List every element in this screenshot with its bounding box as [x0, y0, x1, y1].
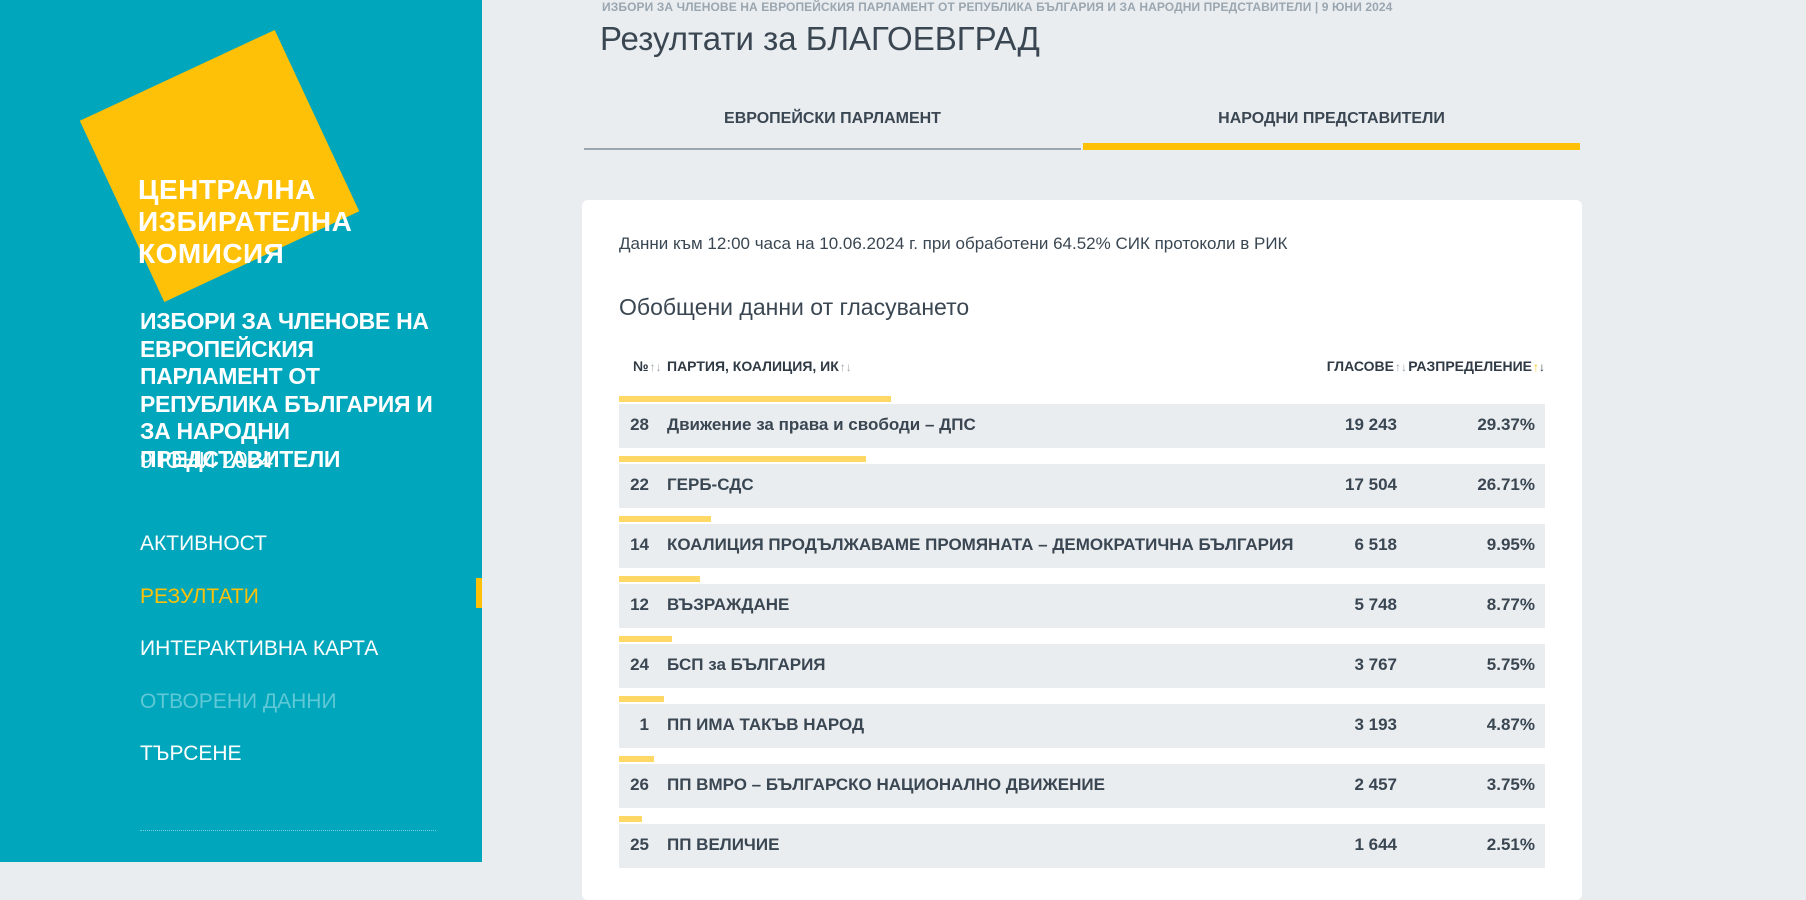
nav-item-search[interactable]: ТЪРСЕНЕ	[140, 736, 378, 789]
results-table: 28 Движение за права и свободи – ДПС 19 24…	[619, 396, 1545, 876]
column-share-label: РАЗПРЕДЕЛЕНИЕ	[1408, 358, 1532, 374]
column-header-share[interactable]: РАЗПРЕДЕЛЕНИЕ↑↓	[1408, 358, 1545, 374]
table-row[interactable]: 14 КОАЛИЦИЯ ПРОДЪЛЖАВАМЕ ПРОМЯНАТА – ДЕМО…	[619, 516, 1545, 576]
sort-icon[interactable]: ↑↓	[650, 360, 662, 374]
section-title: Обобщени данни от гласуването	[619, 294, 970, 320]
party-votes: 5 748	[1354, 595, 1397, 614]
table-row[interactable]: 24 БСП за БЪЛГАРИЯ 3 767 5.75%	[619, 636, 1545, 696]
party-name: КОАЛИЦИЯ ПРОДЪЛЖАВАМЕ ПРОМЯНАТА – ДЕМОКР…	[667, 535, 1294, 554]
share-bar	[619, 696, 665, 702]
share-bar	[619, 396, 891, 402]
party-name: ПП ВМРО – БЪЛГАРСКО НАЦИОНАЛНО ДВИЖЕНИЕ	[667, 775, 1105, 794]
table-row[interactable]: 12 ВЪЗРАЖДАНЕ 5 748 8.77%	[619, 576, 1545, 636]
election-date: 9 ЮНИ 2024	[140, 447, 274, 473]
table-row[interactable]: 25 ПП ВЕЛИЧИЕ 1 644 2.51%	[619, 816, 1545, 876]
row-background	[619, 464, 1545, 508]
table-header: №↑↓ ПАРТИЯ, КОАЛИЦИЯ, ИК↑↓ ГЛАСОВЕ↑↓ РАЗ…	[619, 350, 1545, 384]
party-votes: 3 767	[1354, 655, 1397, 674]
party-number: 26	[630, 775, 649, 794]
share-bar	[619, 636, 673, 642]
table-row[interactable]: 1 ПП ИМА ТАКЪВ НАРОД 3 193 4.87%	[619, 696, 1545, 756]
table-row[interactable]: 28 Движение за права и свободи – ДПС 19 24…	[619, 396, 1545, 456]
nav-item-activity[interactable]: АКТИВНОСТ	[140, 526, 378, 579]
party-share: 4.87%	[1486, 715, 1535, 734]
party-name: ПП ВЕЛИЧИЕ	[667, 835, 780, 854]
nav-item-results[interactable]: РЕЗУЛТАТИ	[140, 579, 378, 632]
main-content: ИЗБОРИ ЗА ЧЛЕНОВЕ НА ЕВРОПЕЙСКИЯ ПАРЛАМЕ…	[482, 0, 1806, 900]
party-name: БСП за БЪЛГАРИЯ	[667, 655, 826, 674]
party-number: 1	[639, 715, 649, 734]
results-card: Данни към 12:00 часа на 10.06.2024 г. пр…	[582, 200, 1582, 900]
party-share: 8.77%	[1486, 595, 1535, 614]
party-name: ГЕРБ-СДС	[667, 475, 754, 494]
party-votes: 6 518	[1354, 535, 1397, 554]
table-row[interactable]: 26 ПП ВМРО – БЪЛГАРСКО НАЦИОНАЛНО ДВИЖЕНИ…	[619, 756, 1545, 816]
share-bar	[619, 456, 867, 462]
party-votes: 3 193	[1354, 715, 1397, 734]
share-bar	[619, 816, 643, 822]
logo-line-1: ЦЕНТРАЛНА	[138, 174, 316, 205]
party-share: 29.37%	[1477, 415, 1535, 434]
column-header-votes[interactable]: ГЛАСОВЕ↑↓	[1327, 358, 1407, 374]
party-share: 9.95%	[1486, 535, 1535, 554]
party-votes: 19 243	[1345, 415, 1397, 434]
column-party-label: ПАРТИЯ, КОАЛИЦИЯ, ИК	[667, 358, 839, 374]
logo-line-3: КОМИСИЯ	[138, 238, 285, 269]
logo-text: ЦЕНТРАЛНА ИЗБИРАТЕЛНА КОМИСИЯ	[138, 174, 352, 270]
sort-desc-active-icon[interactable]: ↑↓	[1533, 360, 1545, 374]
party-votes: 2 457	[1354, 775, 1397, 794]
party-number: 14	[630, 535, 649, 554]
sort-icon[interactable]: ↑↓	[840, 360, 852, 374]
cik-logo[interactable]: ЦЕНТРАЛНА ИЗБИРАТЕЛНА КОМИСИЯ	[72, 29, 372, 303]
page-title: Резултати за БЛАГОЕВГРАД	[600, 20, 1040, 57]
party-number: 28	[630, 415, 649, 434]
party-share: 5.75%	[1486, 655, 1535, 674]
logo-line-2: ИЗБИРАТЕЛНА	[138, 206, 353, 237]
party-name: Движение за права и свободи – ДПС	[667, 415, 976, 434]
party-votes: 17 504	[1345, 475, 1397, 494]
party-number: 12	[630, 595, 649, 614]
party-share: 3.75%	[1486, 775, 1535, 794]
tabs: ЕВРОПЕЙСКИ ПАРЛАМЕНТ НАРОДНИ ПРЕДСТАВИТЕ…	[584, 100, 1580, 152]
column-votes-label: ГЛАСОВЕ	[1326, 358, 1394, 374]
nav-item-interactive-map[interactable]: ИНТЕРАКТИВНА КАРТА	[140, 631, 378, 684]
party-number: 25	[630, 835, 649, 854]
sidebar: ЦЕНТРАЛНА ИЗБИРАТЕЛНА КОМИСИЯ ИЗБОРИ ЗА …	[0, 0, 482, 862]
share-bar	[619, 576, 701, 582]
party-votes: 1 644	[1354, 835, 1397, 854]
column-number-label: №	[633, 358, 649, 374]
party-share: 2.51%	[1486, 835, 1535, 854]
nav-item-open-data[interactable]: ОТВОРЕНИ ДАННИ	[140, 684, 378, 737]
tab-national-representatives[interactable]: НАРОДНИ ПРЕДСТАВИТЕЛИ	[1083, 100, 1580, 150]
sort-icon[interactable]: ↑↓	[1395, 360, 1407, 374]
sidebar-nav: АКТИВНОСТ РЕЗУЛТАТИ ИНТЕРАКТИВНА КАРТА О…	[140, 526, 378, 789]
party-share: 26.71%	[1477, 475, 1535, 494]
election-caption: ИЗБОРИ ЗА ЧЛЕНОВЕ НА ЕВРОПЕЙСКИЯ ПАРЛАМЕ…	[602, 0, 1393, 14]
column-header-party[interactable]: ПАРТИЯ, КОАЛИЦИЯ, ИК↑↓	[667, 358, 852, 374]
party-name: ВЪЗРАЖДАНЕ	[667, 595, 790, 614]
party-number: 22	[630, 475, 649, 494]
data-status-note: Данни към 12:00 часа на 10.06.2024 г. пр…	[619, 234, 1288, 253]
party-number: 24	[630, 655, 649, 674]
table-row[interactable]: 22 ГЕРБ-СДС 17 504 26.71%	[619, 456, 1545, 516]
share-bar	[619, 756, 654, 762]
tab-european-parliament[interactable]: ЕВРОПЕЙСКИ ПАРЛАМЕНТ	[584, 100, 1081, 150]
share-bar	[619, 516, 712, 522]
party-name: ПП ИМА ТАКЪВ НАРОД	[667, 715, 865, 734]
column-header-number[interactable]: №↑↓	[633, 358, 662, 374]
sidebar-divider	[140, 830, 436, 831]
